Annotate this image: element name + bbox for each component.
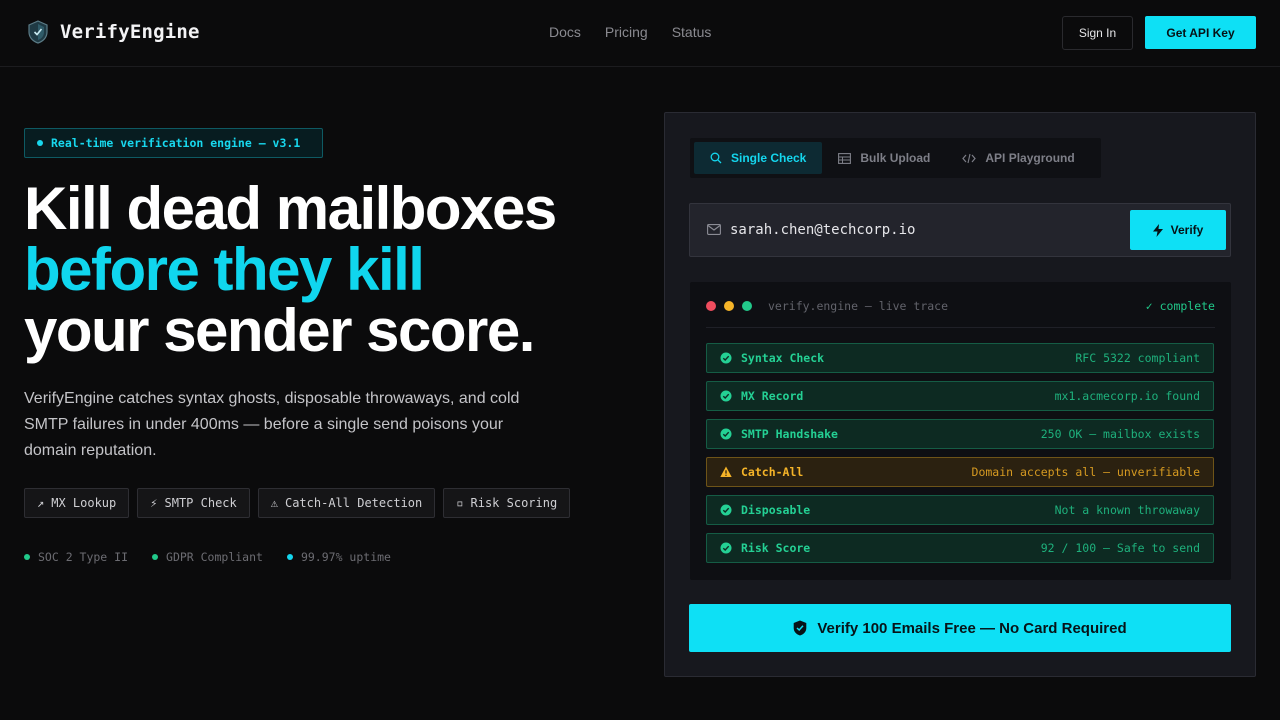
nav-link-pricing[interactable]: Pricing bbox=[605, 24, 648, 40]
check-circle-icon bbox=[720, 542, 732, 554]
arrow-up-right-icon: ↗ bbox=[37, 496, 45, 510]
hero-subtext: VerifyEngine catches syntax ghosts, disp… bbox=[24, 390, 520, 459]
trust-label: SOC 2 Type II bbox=[38, 550, 129, 564]
chip-label: SMTP Check bbox=[164, 496, 237, 510]
lightning-icon bbox=[1152, 223, 1163, 237]
tab-label: Bulk Upload bbox=[860, 151, 931, 165]
red-dot-icon bbox=[706, 301, 716, 311]
trust-item-gdpr: GDPR Compliant bbox=[152, 550, 263, 564]
chip-label: Risk Scoring bbox=[470, 496, 558, 510]
check-label: SMTP Handshake bbox=[741, 427, 838, 441]
table-icon bbox=[838, 152, 852, 164]
warning-triangle-icon bbox=[720, 466, 732, 477]
check-label: MX Record bbox=[741, 389, 804, 403]
verify-button[interactable]: Verify bbox=[1130, 210, 1226, 250]
trace-header: verify.engine — live trace ✓ complete bbox=[706, 296, 1215, 328]
brand-name: VerifyEngine bbox=[60, 21, 200, 43]
nav-link-docs[interactable]: Docs bbox=[549, 24, 581, 40]
live-dot-icon bbox=[37, 140, 43, 146]
trust-label: GDPR Compliant bbox=[166, 550, 263, 564]
yellow-dot-icon bbox=[724, 301, 734, 311]
check-value: 92 / 100 — Safe to send bbox=[1040, 541, 1200, 555]
live-trace-panel: verify.engine — live trace ✓ complete Sy… bbox=[690, 282, 1231, 580]
check-label: Catch-All bbox=[741, 465, 804, 479]
verification-card: Single Check Bulk Upload API Playground bbox=[664, 112, 1256, 677]
version-badge: Real-time verification engine — v3.1 bbox=[24, 128, 323, 158]
feature-chips: ↗ MX Lookup ⚡ SMTP Check ⚠ Catch-All Det… bbox=[24, 488, 578, 518]
headline-line-2: before they kill bbox=[24, 236, 425, 303]
tab-bulk-upload[interactable]: Bulk Upload bbox=[822, 142, 946, 174]
mail-icon bbox=[707, 224, 721, 235]
search-icon bbox=[710, 152, 722, 164]
check-value: mx1.acmecorp.io found bbox=[1054, 389, 1200, 403]
tab-label: Single Check bbox=[731, 151, 807, 165]
cta-label: Verify 100 Emails Free — No Card Require… bbox=[817, 619, 1127, 637]
chip-label: Catch-All Detection bbox=[284, 496, 423, 510]
check-value: Not a known throwaway bbox=[1054, 503, 1200, 517]
chip-catch-all-detection: ⚠ Catch-All Detection bbox=[257, 488, 436, 518]
trace-title: verify.engine — live trace bbox=[768, 299, 949, 313]
check-row-syntax: Syntax Check RFC 5322 compliant bbox=[706, 343, 1214, 373]
badge-text: Real-time verification engine — v3.1 bbox=[51, 136, 301, 150]
trace-status: ✓ complete bbox=[1145, 299, 1215, 313]
top-nav-bar: VerifyEngine Docs Pricing Status Sign In… bbox=[0, 0, 1280, 67]
chip-mx-lookup: ↗ MX Lookup bbox=[24, 488, 130, 518]
trust-label: 99.97% uptime bbox=[300, 550, 391, 564]
status-dot-icon bbox=[152, 554, 159, 560]
sign-in-button[interactable]: Sign In bbox=[1062, 16, 1133, 50]
check-row-disposable: Disposable Not a known throwaway bbox=[706, 495, 1214, 525]
check-label: Syntax Check bbox=[741, 351, 825, 365]
email-field[interactable] bbox=[730, 216, 1120, 244]
tab-api-playground[interactable]: API Playground bbox=[946, 142, 1090, 174]
check-circle-icon bbox=[720, 504, 732, 516]
check-value: Domain accepts all — unverifiable bbox=[971, 465, 1200, 479]
check-label: Disposable bbox=[741, 503, 811, 517]
shield-logo-icon bbox=[28, 20, 48, 44]
headline-line-3: your sender score. bbox=[24, 297, 535, 364]
verify-free-cta-button[interactable]: Verify 100 Emails Free — No Card Require… bbox=[689, 604, 1231, 652]
status-dot-icon bbox=[286, 554, 293, 560]
verify-button-label: Verify bbox=[1170, 223, 1204, 237]
check-label: Risk Score bbox=[741, 541, 811, 555]
tab-label: API Playground bbox=[985, 151, 1075, 165]
check-value: RFC 5322 compliant bbox=[1075, 351, 1200, 365]
check-row-catch-all: Catch-All Domain accepts all — unverifia… bbox=[706, 457, 1214, 487]
nav-link-status[interactable]: Status bbox=[672, 24, 712, 40]
check-row-smtp-handshake: SMTP Handshake 250 OK — mailbox exists bbox=[706, 419, 1214, 449]
warning-icon: ⚠ bbox=[270, 496, 278, 510]
lightning-icon: ⚡ bbox=[150, 496, 158, 510]
main-nav: Docs Pricing Status bbox=[549, 24, 735, 40]
hero-headline: Kill dead mailboxes before they kill you… bbox=[24, 178, 624, 361]
headline-line-1: Kill dead mailboxes bbox=[24, 175, 557, 242]
green-dot-icon bbox=[742, 301, 752, 311]
get-api-key-button[interactable]: Get API Key bbox=[1145, 16, 1256, 49]
chip-risk-scoring: ▫ Risk Scoring bbox=[443, 488, 571, 518]
chip-label: MX Lookup bbox=[51, 496, 117, 510]
check-circle-icon bbox=[720, 390, 732, 402]
trust-item-uptime: 99.97% uptime bbox=[286, 550, 391, 564]
shield-check-icon bbox=[794, 620, 807, 636]
status-dot-icon bbox=[24, 554, 30, 560]
trust-item-soc2: SOC 2 Type II bbox=[24, 550, 128, 564]
check-circle-icon bbox=[720, 352, 732, 364]
check-row-mx-record: MX Record mx1.acmecorp.io found bbox=[706, 381, 1214, 411]
trust-indicators: SOC 2 Type II GDPR Compliant 99.97% upti… bbox=[24, 550, 415, 564]
check-circle-icon bbox=[720, 428, 732, 440]
tab-single-check[interactable]: Single Check bbox=[694, 142, 823, 174]
chip-smtp-check: ⚡ SMTP Check bbox=[137, 488, 250, 518]
email-input-container: Verify bbox=[689, 203, 1231, 257]
check-value: 250 OK — mailbox exists bbox=[1040, 427, 1200, 441]
check-row-risk-score: Risk Score 92 / 100 — Safe to send bbox=[706, 533, 1214, 563]
brand[interactable]: VerifyEngine bbox=[27, 20, 200, 44]
mode-tabs: Single Check Bulk Upload API Playground bbox=[690, 138, 1101, 178]
code-icon bbox=[962, 153, 977, 163]
square-icon: ▫ bbox=[456, 496, 464, 510]
